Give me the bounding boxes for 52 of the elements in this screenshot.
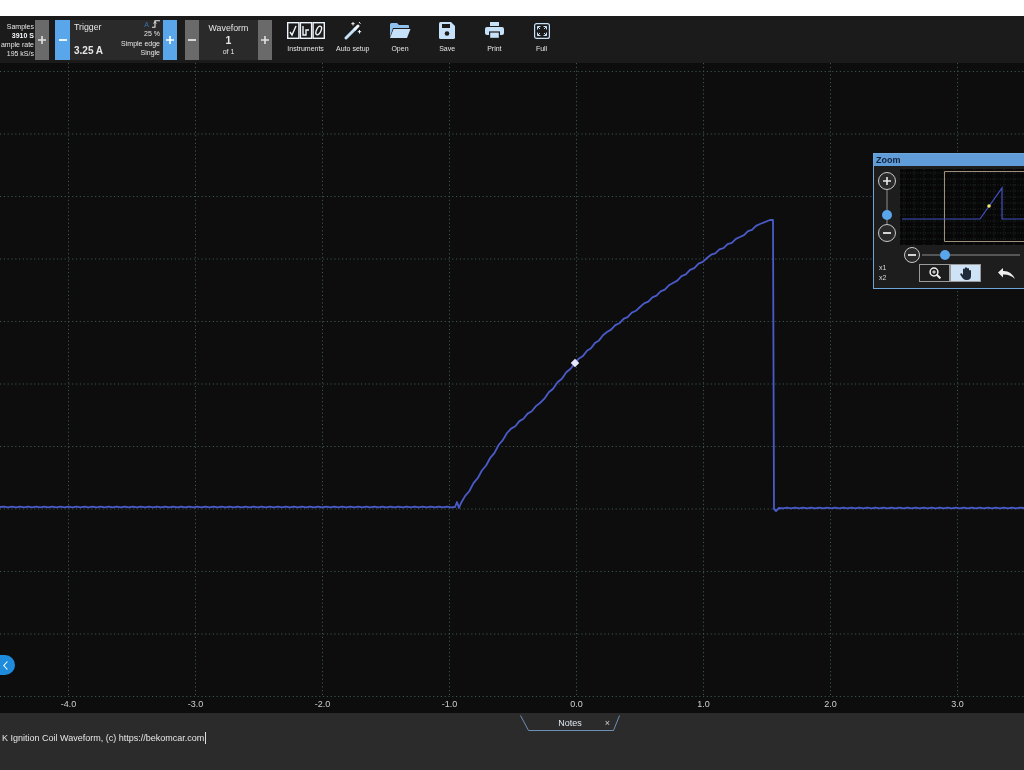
trigger-level: 3.25 A [74,44,104,57]
diamond-marker-icon[interactable] [570,358,580,368]
minus-icon [58,38,67,41]
plus-icon [261,35,269,44]
increase-button[interactable] [35,19,49,60]
x-tick-label: 0.0 [570,699,583,709]
notes-field[interactable]: K Ignition Coil Waveform, (c) https://bekomcar.com [0,731,1024,770]
minus-icon [883,232,891,234]
x-tick-label: -4.0 [60,699,77,709]
zoom-out-button[interactable] [878,224,896,242]
x-tick-label: -1.0 [441,699,458,709]
instruments-icon [286,22,325,39]
increase-button[interactable] [163,19,177,60]
folder-icon [388,22,411,39]
rising-edge-icon [152,20,160,29]
x-tick-label: 3.0 [951,699,964,709]
printer-icon [484,22,504,39]
increase-button[interactable] [258,19,272,60]
pan-tool-button[interactable] [950,264,981,282]
magic-wand-icon [343,21,362,40]
minus-icon [188,38,196,41]
plus-icon [883,177,891,185]
waveform-label: Waveform [208,22,249,34]
fullscreen-icon [533,22,550,39]
hand-icon [960,266,971,280]
marker-dot-icon [987,204,991,208]
trigger-label: Trigger [74,21,103,33]
notes-tab[interactable]: Notes × [520,715,620,731]
collapse-button[interactable] [0,655,15,675]
zoom-window-frame[interactable] [944,171,1024,242]
slider-thumb[interactable] [882,210,892,221]
text-cursor [205,732,207,744]
plus-icon [166,35,174,44]
minus-icon [908,253,916,256]
zoom-out-button[interactable] [904,246,920,263]
waveform-number: 1 [225,33,232,47]
zoom-tool-button[interactable] [919,264,950,282]
x-tick-label: -3.0 [187,699,204,709]
slider-thumb[interactable] [939,249,950,260]
zoom-in-button[interactable] [878,172,896,190]
chevron-left-icon [3,660,8,670]
close-button[interactable]: × [604,718,610,728]
decrease-button[interactable] [185,19,199,60]
panel-title: Zoom [874,154,1024,166]
zoom-in-icon [928,267,941,279]
x-tick-label: 1.0 [697,699,710,709]
decrease-button[interactable] [55,19,70,60]
plus-icon [38,35,46,44]
undo-icon[interactable] [998,268,1015,279]
x-tick-label: 2.0 [824,699,837,709]
waveform-preview[interactable] [900,169,1024,245]
x-tick-label: -2.0 [314,699,331,709]
